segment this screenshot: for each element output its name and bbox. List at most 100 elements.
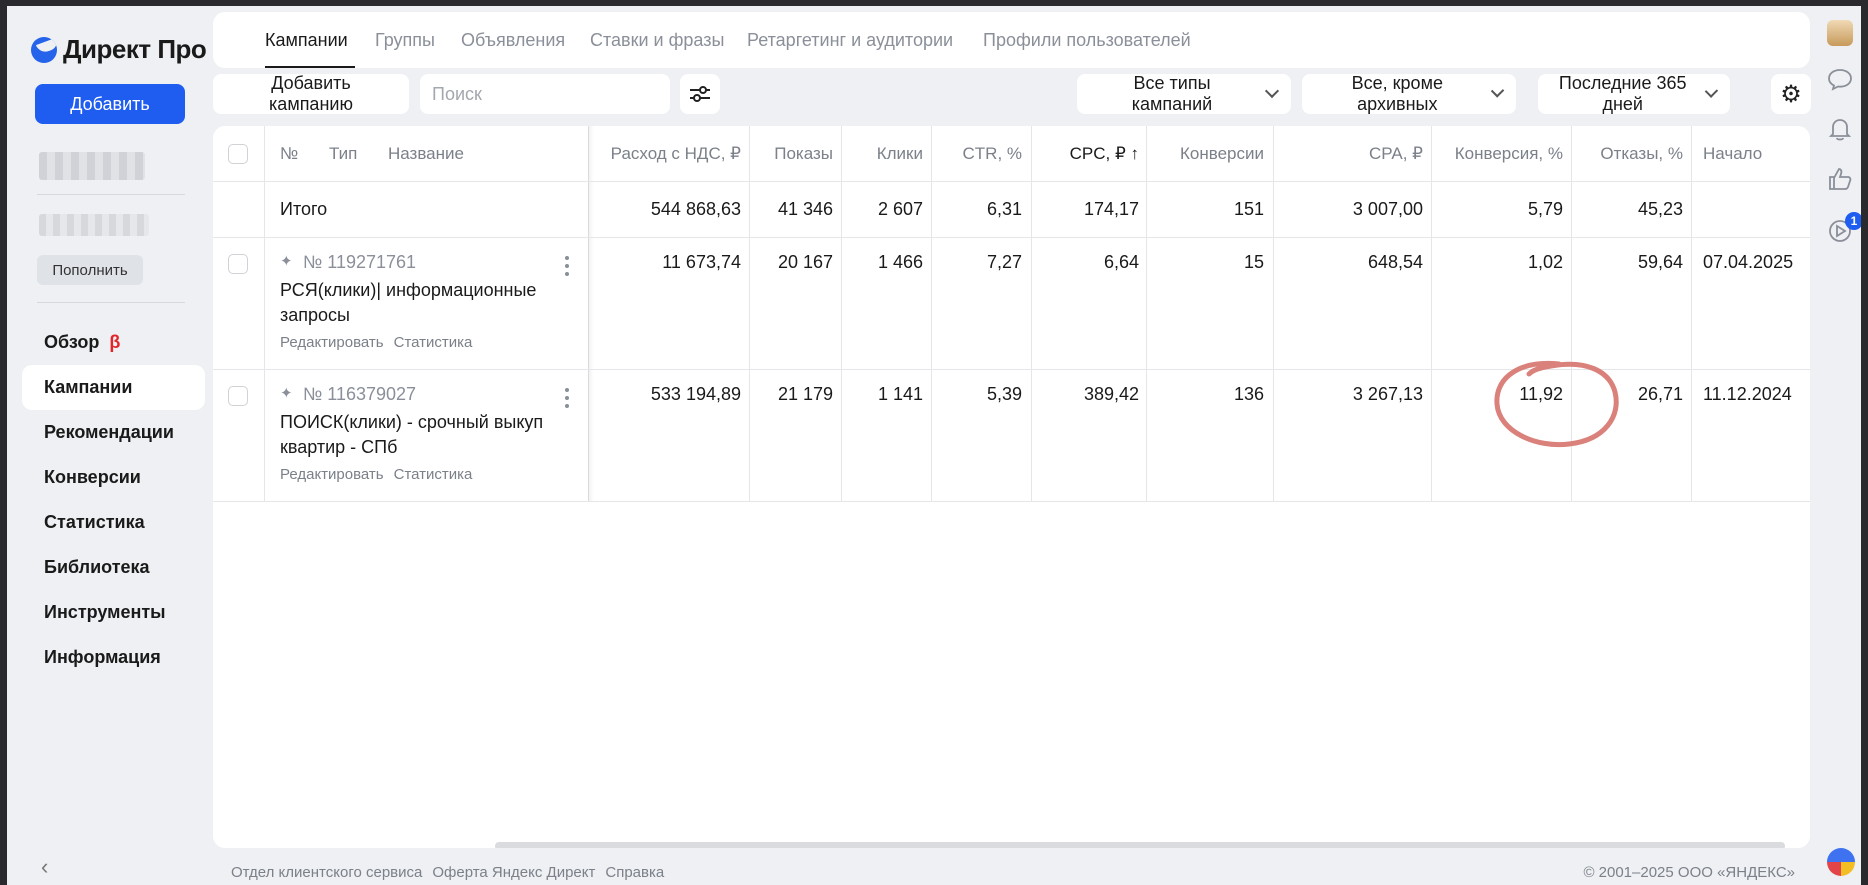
collapse-sidebar-icon[interactable]: ‹ bbox=[41, 854, 48, 880]
logo-text: Директ Про bbox=[63, 34, 207, 64]
footer-link-help[interactable]: Справка bbox=[605, 864, 664, 881]
sidebar-item-label: Конверсии bbox=[44, 467, 141, 487]
sidebar-item-tools[interactable]: Инструменты bbox=[22, 590, 205, 635]
chevron-down-icon bbox=[1490, 84, 1505, 98]
column-header-conversions[interactable]: Конверсии bbox=[1148, 144, 1264, 164]
add-campaign-button[interactable]: Добавить кампанию bbox=[213, 73, 409, 114]
column-header-type[interactable]: Тип bbox=[329, 144, 357, 164]
chevron-down-icon bbox=[1705, 84, 1719, 98]
search-input[interactable] bbox=[420, 74, 670, 114]
row-links: Редактировать Статистика bbox=[280, 466, 482, 483]
row-cpa: 3 267,13 bbox=[1352, 384, 1423, 404]
thumbs-up-icon[interactable] bbox=[1827, 166, 1853, 192]
account-avatar-icon[interactable] bbox=[1827, 20, 1853, 46]
bell-icon[interactable] bbox=[1827, 116, 1853, 142]
footer-links: Отдел клиентского сервиса Оферта Яндекс Д… bbox=[231, 864, 674, 881]
sidebar-item-label: Инструменты bbox=[44, 602, 166, 622]
beta-badge: β bbox=[109, 332, 121, 352]
total-cpc: 174,17 bbox=[1083, 199, 1139, 219]
gear-icon: ⚙ bbox=[1780, 80, 1802, 108]
right-rail bbox=[1819, 6, 1861, 885]
notification-badge: 1 bbox=[1845, 212, 1861, 230]
apps-icon[interactable] bbox=[1827, 848, 1855, 876]
footer-link-offer[interactable]: Оферта Яндекс Директ bbox=[432, 864, 595, 881]
dropdown-value: Последние 365 дней bbox=[1558, 73, 1687, 114]
edit-link[interactable]: Редактировать bbox=[280, 466, 384, 483]
table-row[interactable]: ✦ № 119271761 РСЯ(клики)| информационные… bbox=[213, 238, 1810, 370]
column-header-ctr[interactable]: CTR, % bbox=[933, 144, 1023, 164]
sidebar-item-library[interactable]: Библиотека bbox=[22, 545, 205, 590]
sidebar-item-label: Статистика bbox=[44, 512, 145, 532]
campaign-type-dropdown[interactable]: Все типы кампаний bbox=[1077, 73, 1291, 114]
row-checkbox[interactable] bbox=[228, 254, 248, 274]
tab-retargeting[interactable]: Ретаргетинг и аудитории bbox=[747, 30, 953, 51]
row-clicks: 1 141 bbox=[877, 384, 923, 404]
tab-ads[interactable]: Объявления bbox=[461, 30, 565, 51]
chevron-down-icon bbox=[1264, 83, 1280, 99]
more-actions-icon[interactable] bbox=[565, 256, 569, 280]
row-clicks: 1 466 bbox=[877, 252, 923, 272]
tab-user-profiles[interactable]: Профили пользователей bbox=[983, 30, 1191, 51]
column-header-impressions[interactable]: Показы bbox=[753, 144, 833, 164]
column-header-conv-rate[interactable]: Конверсия, % bbox=[1433, 144, 1563, 164]
table-settings-button[interactable]: ⚙ bbox=[1771, 74, 1811, 114]
tab-groups[interactable]: Группы bbox=[375, 30, 435, 51]
sidebar-item-recommendations[interactable]: Рекомендации bbox=[22, 410, 205, 455]
sidebar-item-campaigns[interactable]: Кампании bbox=[22, 365, 205, 410]
sidebar-item-label: Обзор bbox=[44, 332, 100, 352]
filter-settings-button[interactable] bbox=[680, 74, 720, 114]
sidebar-item-label: Рекомендации bbox=[44, 422, 174, 442]
column-header-name[interactable]: Название bbox=[388, 144, 464, 164]
sidebar-item-statistics[interactable]: Статистика bbox=[22, 500, 205, 545]
row-cpa: 648,54 bbox=[1367, 252, 1423, 272]
row-impressions: 20 167 bbox=[777, 252, 833, 272]
period-dropdown[interactable]: Последние 365 дней bbox=[1538, 73, 1730, 114]
column-header-bounce[interactable]: Отказы, % bbox=[1573, 144, 1683, 164]
annotation-circle bbox=[1494, 360, 1619, 448]
total-bounce: 45,23 bbox=[1637, 199, 1683, 219]
row-checkbox[interactable] bbox=[228, 386, 248, 406]
column-header-cpc[interactable]: CPC, ₽ ↑ bbox=[1033, 144, 1139, 164]
edit-link[interactable]: Редактировать bbox=[280, 334, 384, 351]
more-actions-icon[interactable] bbox=[565, 388, 569, 412]
status-dropdown[interactable]: Все, кроме архивных bbox=[1302, 73, 1516, 114]
sidebar-item-overview[interactable]: Обзор β bbox=[22, 320, 205, 365]
total-conv-rate: 5,79 bbox=[1527, 199, 1563, 219]
account-name-blurred bbox=[39, 152, 145, 180]
statistics-link[interactable]: Статистика bbox=[394, 466, 473, 483]
select-all-checkbox[interactable] bbox=[228, 144, 248, 164]
network-campaign-icon: ✦ bbox=[280, 253, 293, 270]
column-header-start[interactable]: Начало bbox=[1703, 144, 1762, 164]
campaign-name[interactable]: ПОИСК(клики) - срочный выкуп квартир - С… bbox=[280, 410, 550, 460]
chat-icon[interactable] bbox=[1827, 66, 1853, 92]
sidebar-item-conversions[interactable]: Конверсии bbox=[22, 455, 205, 500]
sidebar-item-info[interactable]: Информация bbox=[22, 635, 205, 680]
row-conversions: 136 bbox=[1233, 384, 1264, 404]
row-ctr: 7,27 bbox=[986, 252, 1022, 272]
logo[interactable]: Директ Про bbox=[31, 34, 207, 65]
top-tabs: Кампании Группы Объявления Ставки и фраз… bbox=[213, 12, 1810, 68]
column-header-num[interactable]: № bbox=[280, 144, 298, 164]
column-header-cpa[interactable]: CPA, ₽ bbox=[1275, 144, 1423, 164]
campaign-name[interactable]: РСЯ(клики)| информационные запросы bbox=[280, 278, 550, 328]
sidebar-item-label: Информация bbox=[44, 647, 161, 667]
direct-logo-icon bbox=[31, 36, 57, 63]
tab-bids[interactable]: Ставки и фразы bbox=[590, 30, 724, 51]
row-spend: 533 194,89 bbox=[650, 384, 741, 404]
total-impressions: 41 346 bbox=[777, 199, 833, 219]
tab-campaigns[interactable]: Кампании bbox=[265, 30, 348, 51]
row-bounce: 59,64 bbox=[1637, 252, 1683, 272]
topup-button[interactable]: Пополнить bbox=[37, 255, 143, 285]
horizontal-scrollbar[interactable] bbox=[495, 842, 1785, 848]
add-button[interactable]: Добавить bbox=[35, 84, 185, 124]
dropdown-value: Все типы кампаний bbox=[1131, 73, 1213, 114]
campaign-id[interactable]: № 116379027 bbox=[303, 384, 416, 405]
app-window: Директ Про Добавить Пополнить Обзор β Ка… bbox=[7, 6, 1861, 885]
statistics-link[interactable]: Статистика bbox=[394, 334, 473, 351]
campaign-id[interactable]: № 119271761 bbox=[303, 252, 416, 273]
footer-link-support[interactable]: Отдел клиентского сервиса bbox=[231, 864, 422, 881]
column-header-clicks[interactable]: Клики bbox=[843, 144, 923, 164]
row-spend: 11 673,74 bbox=[662, 252, 741, 272]
column-header-spend[interactable]: Расход с НДС, ₽ bbox=[598, 144, 741, 164]
dropdown-value: Все, кроме архивных bbox=[1351, 73, 1443, 114]
